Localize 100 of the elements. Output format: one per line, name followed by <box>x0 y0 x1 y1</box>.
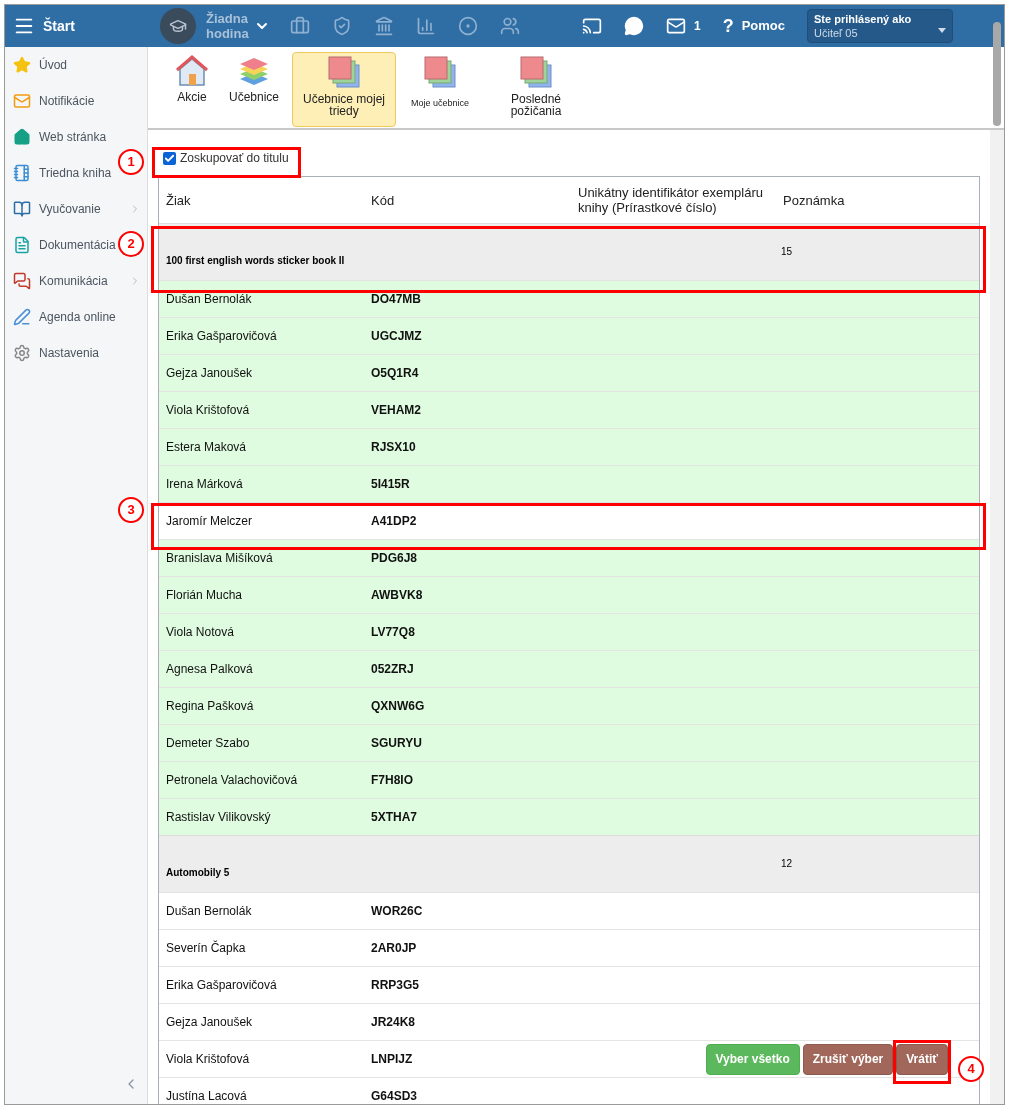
sidebar-item[interactable]: Nastavenia <box>13 344 100 362</box>
table-row[interactable]: Petronela Valachovičová F7H8IO <box>159 761 979 798</box>
house-icon <box>13 128 31 146</box>
student-name: Gejza Janoušek <box>165 1014 254 1031</box>
user-dropdown[interactable]: Ste prihlásený ako Učiteľ 05 <box>807 9 954 43</box>
book-code: RJSX10 <box>370 439 417 456</box>
book-code: RRP3G5 <box>370 977 421 994</box>
highlight-frame <box>893 1040 951 1084</box>
scrollbar-thumb[interactable] <box>993 22 1001 126</box>
sidebar-item[interactable]: Agenda online <box>13 308 116 326</box>
document-icon <box>13 236 31 254</box>
column-header: Žiak <box>165 192 192 208</box>
student-name: Demeter Szabo <box>165 735 251 752</box>
star-icon <box>13 56 31 74</box>
student-name: Branislava Mišíková <box>165 550 274 567</box>
student-name: Erika Gašparovičová <box>165 977 278 994</box>
bank-icon[interactable] <box>374 16 394 36</box>
table-row[interactable]: Viola Krištofová VEHAM2 <box>159 391 979 428</box>
book-code: O5Q1R4 <box>370 365 420 382</box>
student-name: Irena Márková <box>165 476 244 493</box>
book-code: VEHAM2 <box>370 402 422 419</box>
student-name: Agnesa Palková <box>165 661 254 678</box>
sidebar-item[interactable]: Úvod <box>13 56 67 74</box>
table-row[interactable]: Erika Gašparovičová UGCJMZ <box>159 317 979 354</box>
student-name: Dušan Bernolák <box>165 291 253 308</box>
table-row[interactable]: Florián Mucha AWBVK8 <box>159 576 979 613</box>
caret-icon <box>938 28 947 33</box>
student-name: Viola Notová <box>165 624 235 641</box>
toolbar-button[interactable]: Učebnice mojej triedy <box>292 52 397 127</box>
envelope-icon <box>13 92 31 110</box>
help-button[interactable]: ? Pomoc <box>722 12 786 40</box>
notebook-icon <box>13 164 31 182</box>
cast-icon[interactable] <box>582 16 602 36</box>
toolbar-button[interactable]: Posledné požičania <box>484 52 589 127</box>
shield-icon[interactable] <box>332 16 352 36</box>
group-by-title-checkbox[interactable]: Zoskupovať do titulu <box>163 148 980 168</box>
chat-icon[interactable] <box>624 16 644 36</box>
toolbar-button[interactable]: Moje učebnice <box>402 52 479 127</box>
sidebar-item[interactable]: Web stránka <box>13 128 107 146</box>
student-name: Regina Pašková <box>165 698 255 715</box>
table-row[interactable]: Rastislav Vilikovský 5XTHA7 <box>159 798 979 835</box>
column-header: Kód <box>370 192 396 208</box>
student-name: Jaromír Melczer <box>165 513 253 530</box>
student-name: Florián Mucha <box>165 587 244 604</box>
action-button[interactable]: Vrátiť <box>896 1043 948 1075</box>
circle-icon[interactable] <box>458 16 478 36</box>
book-code: A41DP2 <box>370 513 418 530</box>
table-row[interactable]: Estera Maková RJSX10 <box>159 428 979 465</box>
table-row[interactable]: Agnesa Palková 052ZRJ <box>159 650 979 687</box>
checkmark-icon <box>164 152 175 164</box>
book-code: DO47MB <box>370 291 422 308</box>
mail-count: 1 <box>694 18 701 35</box>
mail-icon[interactable] <box>666 16 686 36</box>
pen-icon <box>13 308 31 326</box>
table-row[interactable]: Gejza Janoušek O5Q1R4 <box>159 354 979 391</box>
book-code: LV77Q8 <box>370 624 416 641</box>
sidebar-item[interactable]: Komunikácia <box>13 272 108 290</box>
student-name: Severín Čapka <box>165 939 247 957</box>
graduation-cap-icon <box>160 8 196 44</box>
table-row[interactable]: Irena Márková 5I415R <box>159 465 979 502</box>
column-header: Poznámka <box>782 192 846 208</box>
book-code: 2AR0JP <box>370 940 418 957</box>
group-count: 12 <box>780 857 794 871</box>
help-icon: ? <box>722 12 734 40</box>
student-name: Rastislav Vilikovský <box>165 809 272 826</box>
column-header: Unikátny identifikátor exempláru knihy (Prírastkové číslo) <box>577 185 764 215</box>
people-icon[interactable] <box>500 16 520 36</box>
sidebar-item[interactable]: Vyučovanie <box>13 200 101 218</box>
book-code: 052ZRJ <box>370 661 415 678</box>
table-row[interactable]: Demeter Szabo SGURYU <box>159 724 979 761</box>
book-code: QXNW6G <box>370 698 426 715</box>
chat-icon <box>13 272 31 290</box>
toolbar-button[interactable]: Akcie <box>168 52 216 127</box>
sidebar-item[interactable]: Triedna kniha <box>13 164 112 182</box>
student-name: Viola Krištofová <box>165 402 251 419</box>
student-name: Viola Krištofová <box>165 1051 251 1068</box>
table-row[interactable]: Regina Pašková QXNW6G <box>159 687 979 724</box>
group-title: 100 first english words sticker book II <box>165 254 346 268</box>
toolbar-button[interactable]: Učebnice <box>222 52 287 127</box>
action-button[interactable]: Zrušiť výber <box>802 1043 894 1075</box>
user-name: Učiteľ 05 <box>814 25 858 40</box>
student-name: Estera Maková <box>165 439 248 456</box>
sidebar-item[interactable]: Dokumentácia <box>13 236 116 254</box>
student-name: Justína Lacová <box>165 1088 248 1104</box>
menu-button[interactable]: Štart <box>5 5 148 47</box>
book-code: UGCJMZ <box>370 328 423 345</box>
briefcase-icon[interactable] <box>290 16 310 36</box>
book-code: WOR26C <box>370 903 424 920</box>
bar-chart-icon[interactable] <box>416 16 436 36</box>
group-count: 15 <box>780 245 794 259</box>
sidebar-item[interactable]: Notifikácie <box>13 92 95 110</box>
callout-number: 4 <box>958 1056 984 1082</box>
book-code: LNPIJZ <box>370 1051 414 1068</box>
book-code: F7H8IO <box>370 772 414 789</box>
student-name: Petronela Valachovičová <box>165 772 299 789</box>
help-label: Pomoc <box>741 17 786 36</box>
book-code: AWBVK8 <box>370 587 424 604</box>
table-row[interactable]: Viola Notová LV77Q8 <box>159 613 979 650</box>
student-name: Erika Gašparovičová <box>165 328 278 345</box>
book-code: 5XTHA7 <box>370 809 418 826</box>
